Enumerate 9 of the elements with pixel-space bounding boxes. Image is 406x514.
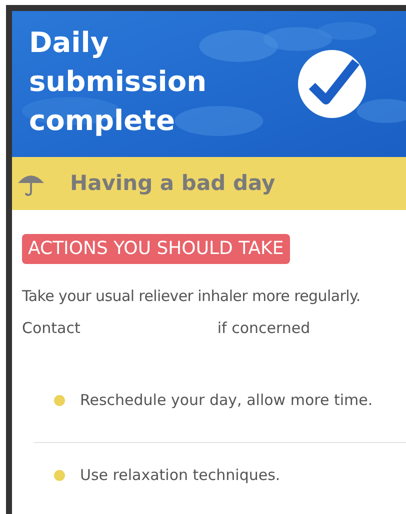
tip-text: Reschedule your day, allow more time. bbox=[80, 390, 373, 411]
contact-text: Contact bbox=[22, 318, 80, 338]
contact-text: if concerned bbox=[217, 318, 310, 338]
checkmark-icon bbox=[298, 50, 366, 118]
tip-text: Use relaxation techniques. bbox=[80, 464, 280, 486]
section-heading: ACTIONS YOU SHOULD TAKE bbox=[22, 234, 290, 264]
instruction-text: Take your usual reliever inhaler more regularly. bbox=[22, 286, 362, 306]
status-label: Having a bad day bbox=[70, 170, 276, 197]
header-title: Daily submission complete bbox=[29, 24, 208, 138]
